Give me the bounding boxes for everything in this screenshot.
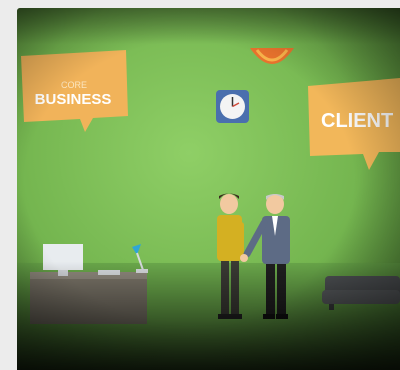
office-scene: CORE BUSINESS CLIENT <box>17 8 400 370</box>
sign-client-text: CLIENT <box>321 110 393 132</box>
video-frame[interactable]: CORE BUSINESS CLIENT <box>17 8 400 370</box>
sign-business-text: BUSINESS <box>35 91 112 108</box>
sign-core-text: CORE <box>61 80 87 90</box>
wall-clock-icon <box>216 90 249 123</box>
